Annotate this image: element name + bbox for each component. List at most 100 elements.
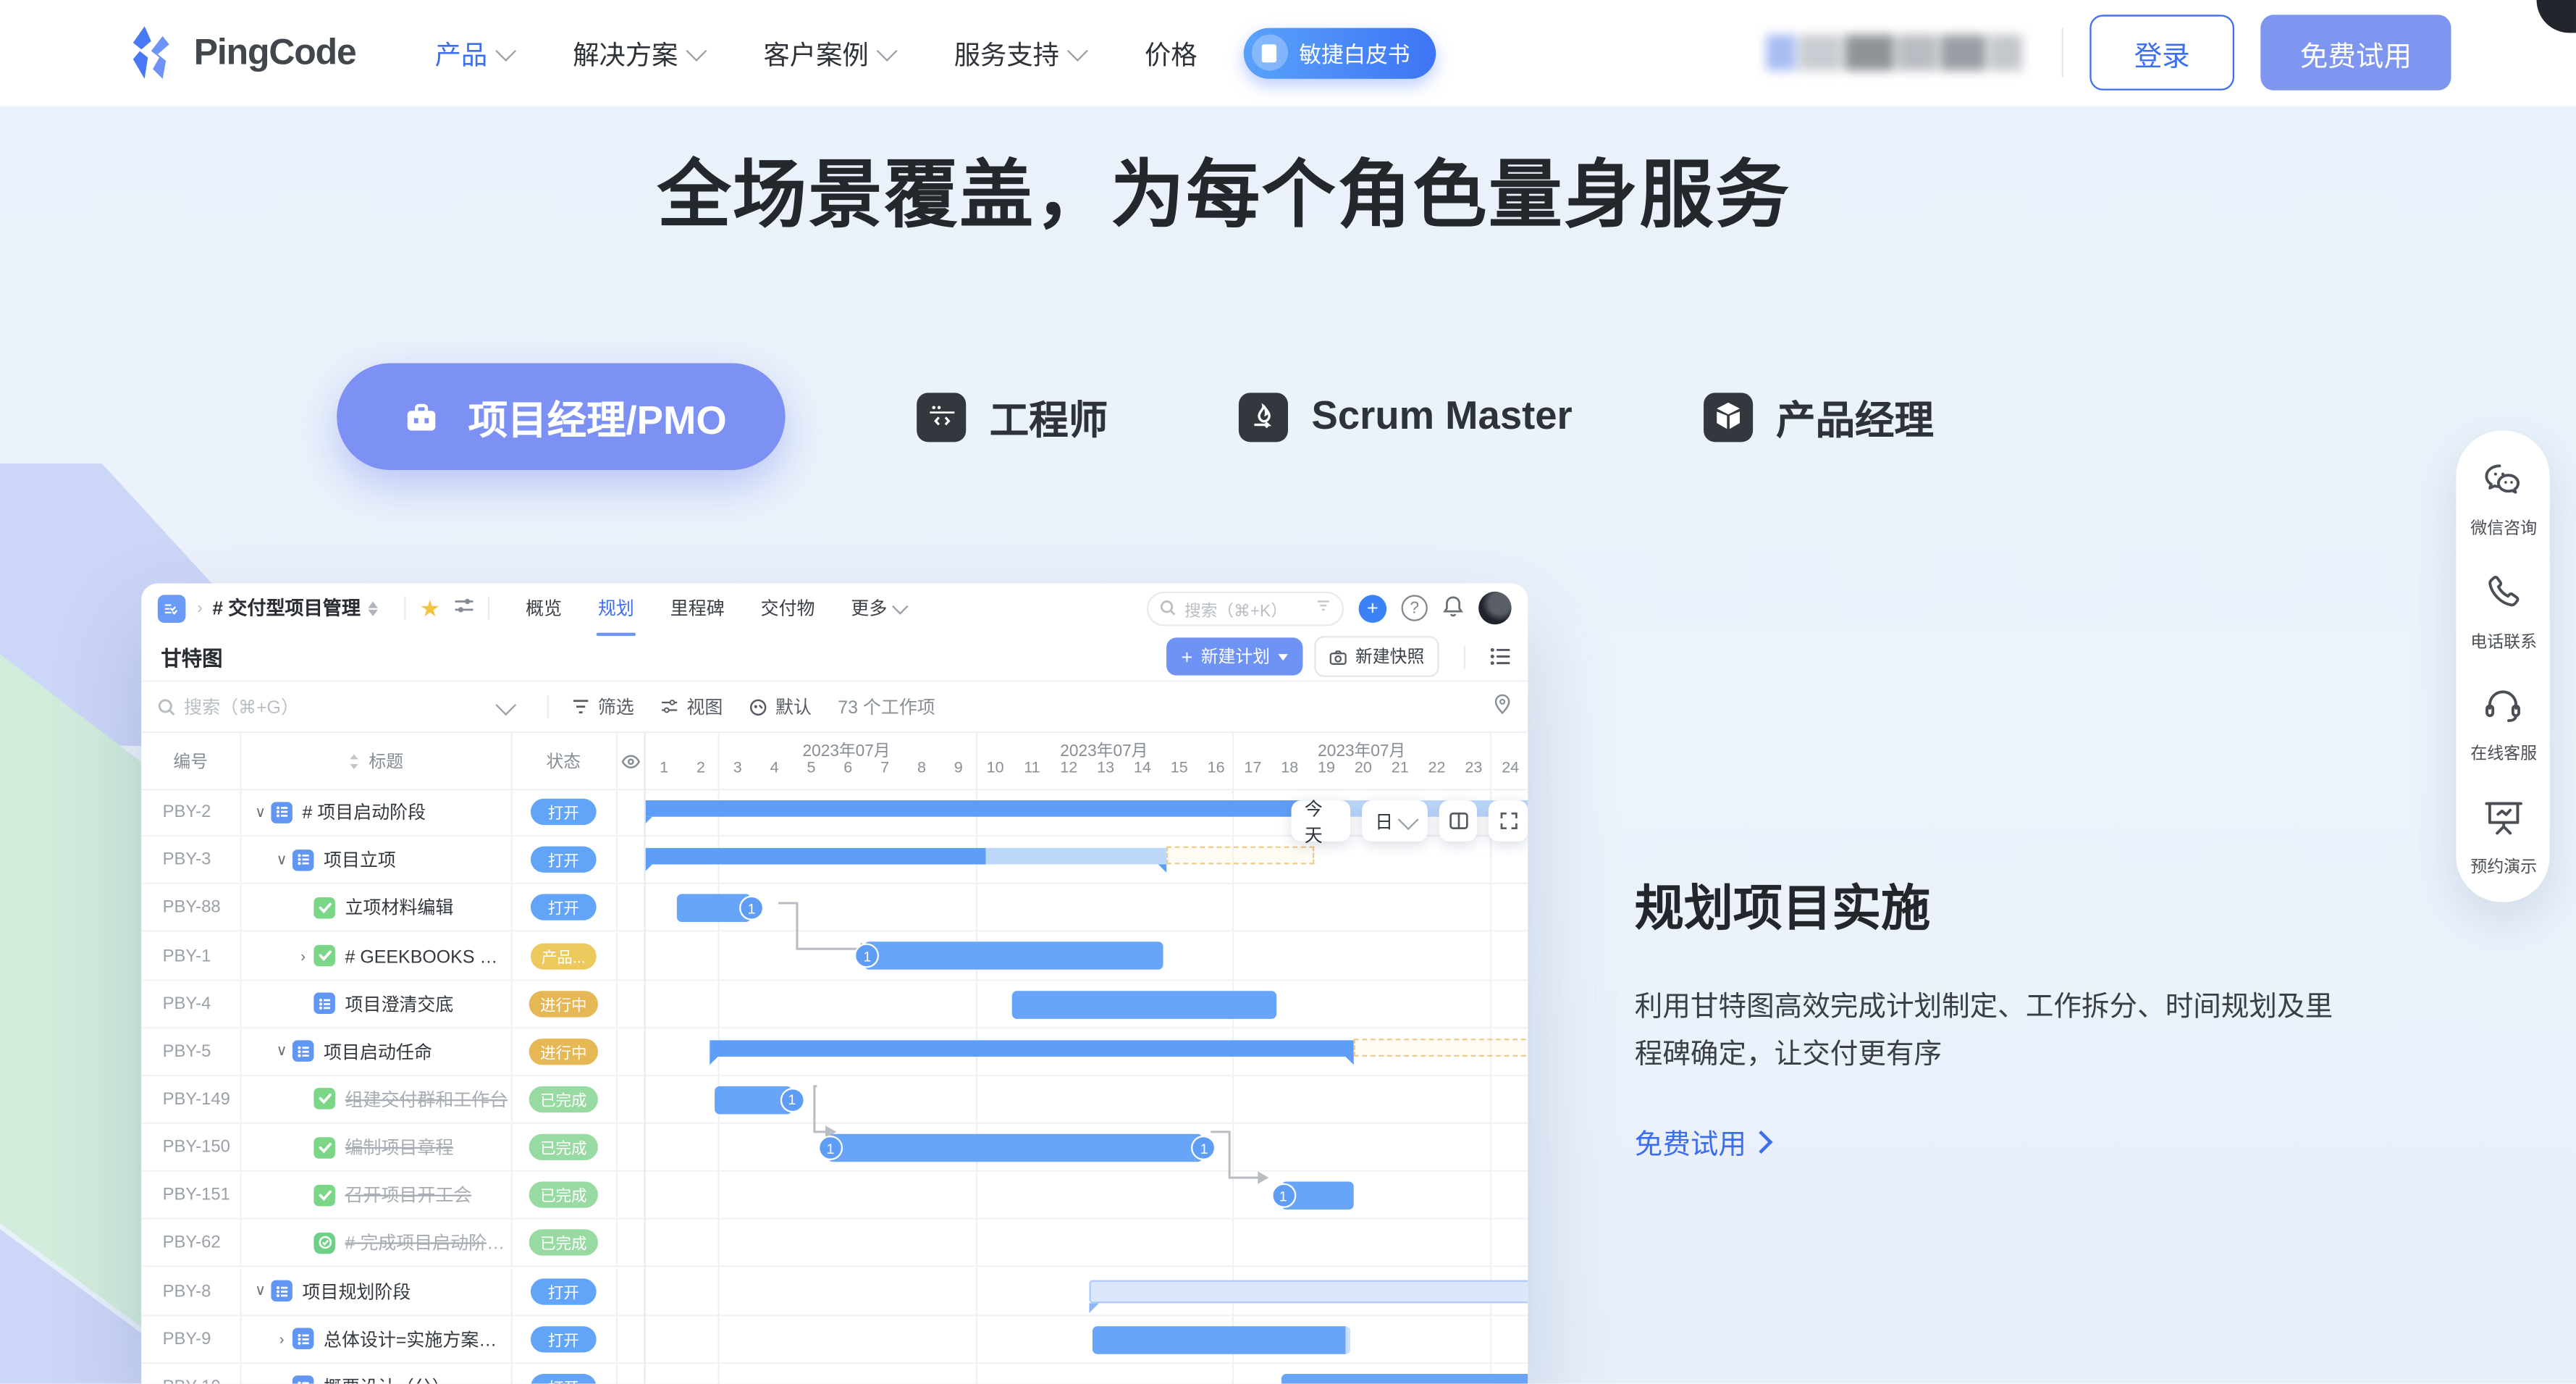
chevron-right-icon: › (292, 947, 313, 964)
chevron-down-icon: ∨ (250, 803, 271, 821)
feature-cta-label: 免费试用 (1635, 1122, 1746, 1163)
row-id: PBY-2 (141, 789, 240, 835)
chevron-down-icon: ∨ (271, 1042, 292, 1060)
nav-item-3[interactable]: 服务支持 (954, 33, 1082, 72)
contact-item-2[interactable]: 在线客服 (2456, 689, 2549, 766)
row-status-cell: 进行中 (511, 981, 616, 1027)
contact-item-1[interactable]: 电话联系 (2456, 575, 2549, 654)
grid-header: 编号 标题 状态 2023年07月2023年07月2023年07月 123456… (141, 733, 1528, 790)
gantt-row: 1 (644, 1076, 1528, 1123)
contact-item-0[interactable]: 微信咨询 (2456, 464, 2549, 541)
table-row-PBY-10: PBY-10›概要设计（分）打开 (141, 1364, 1528, 1384)
check-icon (313, 1136, 334, 1157)
gantt-summary-bar (710, 1040, 1354, 1057)
status-badge: 已完成 (529, 1086, 598, 1112)
persona-tab-1[interactable]: 工程师 (917, 388, 1108, 445)
app-tab-bar: 概览规划里程碑交付物更多 (526, 595, 904, 621)
new-plan-label: 新建计划 (1201, 644, 1270, 668)
app-search-input: 搜索（⌘+K） (1147, 591, 1344, 626)
table-row-PBY-88: PBY-88立项材料编辑打开1 (141, 884, 1528, 932)
whitepaper-badge[interactable]: 敏捷白皮书 (1243, 27, 1436, 77)
row-title-cell: 立项材料编辑 (240, 884, 510, 931)
project-switch-icon (369, 600, 379, 615)
month-label: 2023年07月 (802, 737, 890, 761)
app-screenshot: › # 交付型项目管理 ★ 概览规划里程碑交付物更多 搜索（⌘+K） + ? (141, 584, 1528, 1384)
workitem-icon (271, 801, 292, 822)
briefcase-icon (396, 392, 445, 441)
nav-item-4[interactable]: 价格 (1145, 33, 1197, 72)
gantt-bar (1281, 1374, 1528, 1384)
nav-item-2[interactable]: 客户案例 (763, 33, 891, 72)
feature-description: 利用甘特图高效完成计划制定、工作拆分、时间规划及里程碑确定，让交付更有序 (1635, 983, 2357, 1079)
zoom-unit-select: 日 (1362, 800, 1428, 842)
gantt-row: 1 (644, 884, 1528, 931)
day-tick: 9 (940, 759, 977, 777)
today-label: 今天 (1305, 794, 1337, 847)
status-badge: 已完成 (529, 1182, 598, 1208)
search-icon (1160, 600, 1177, 616)
month-label: 2023年07月 (1060, 737, 1148, 761)
workitem-icon (292, 1041, 313, 1062)
split-columns-icon (1449, 812, 1468, 830)
feature-cta-link[interactable]: 免费试用 (1635, 1122, 1769, 1163)
code-terminal-icon (917, 392, 967, 441)
gantt-row (644, 1364, 1528, 1384)
dependency-badge: 1 (1192, 1136, 1216, 1160)
gantt-summary-bar (644, 800, 1324, 817)
persona-tab-0[interactable]: 项目经理/PMO (337, 363, 786, 469)
phone-number-blurred (1766, 35, 2022, 71)
persona-tab-2[interactable]: Scrum Master (1239, 392, 1573, 441)
page-title: 全场景覆盖，为每个角色量身服务 (0, 135, 2448, 241)
day-tick: 15 (1161, 759, 1197, 777)
filter-icon (572, 698, 590, 715)
milestone-icon (313, 1233, 334, 1254)
favorite-star-icon: ★ (420, 594, 441, 622)
gantt-forecast-bar (1354, 1039, 1528, 1057)
pingcode-logo[interactable]: PingCode (132, 25, 356, 80)
row-id: PBY-5 (141, 1028, 240, 1075)
row-id: PBY-8 (141, 1268, 240, 1314)
row-title: # GEEKBOOKS 极... (345, 942, 511, 968)
gantt-day-row: 123456789101112131415161718192021222324 (644, 759, 1528, 787)
feature-title: 规划项目实施 (1635, 868, 2357, 940)
nav-item-0[interactable]: 产品 (435, 33, 510, 72)
status-badge: 打开 (531, 1374, 597, 1384)
chevron-down-icon (686, 40, 707, 61)
gantt-bar (714, 1086, 791, 1115)
headset-icon (2484, 689, 2522, 731)
row-title: 项目规划阶段 (303, 1278, 411, 1304)
row-id: PBY-3 (141, 836, 240, 883)
persona-tab-3[interactable]: 产品经理 (1704, 388, 1934, 445)
row-id: PBY-62 (141, 1220, 240, 1266)
free-trial-button[interactable]: 免费试用 (2260, 14, 2451, 90)
chevron-right-icon (1749, 1131, 1772, 1154)
table-row-PBY-4: PBY-4项目澄清交底进行中 (141, 981, 1528, 1028)
dependency-badge: 1 (1271, 1183, 1295, 1208)
today-button: 今天 (1292, 800, 1351, 842)
gantt-row (644, 981, 1528, 1027)
new-snapshot-button: 新建快照 (1314, 636, 1439, 677)
column-header-title-label: 标题 (369, 749, 403, 773)
location-pin-icon (1494, 694, 1512, 720)
contact-label: 微信咨询 (2470, 516, 2536, 540)
gantt-row (644, 1028, 1528, 1075)
gantt-row: 1 (644, 933, 1528, 979)
row-status-cell: 打开 (511, 789, 616, 835)
day-tick: 4 (756, 759, 793, 777)
column-header-title: 标题 (240, 733, 510, 789)
contact-label: 在线客服 (2470, 741, 2536, 765)
workitem-icon (292, 1376, 313, 1384)
gantt-row (644, 836, 1528, 883)
dependency-badge: 1 (780, 1088, 804, 1112)
nav-item-1[interactable]: 解决方案 (573, 33, 701, 72)
contact-label: 电话联系 (2470, 629, 2536, 653)
row-title-cell: ∨项目立项 (240, 836, 510, 883)
contact-item-3[interactable]: 预约演示 (2456, 800, 2549, 879)
login-button[interactable]: 登录 (2089, 14, 2234, 90)
persona-tabs: 项目经理/PMO 工程师 Scrum Master 产品经理 (337, 363, 1934, 469)
new-plan-button: +新建计划 (1166, 637, 1302, 675)
view-label: 视图 (686, 694, 723, 720)
row-title: 概要设计（分） (324, 1374, 450, 1384)
logo-text: PingCode (194, 31, 356, 74)
workitem-icon (271, 1280, 292, 1301)
